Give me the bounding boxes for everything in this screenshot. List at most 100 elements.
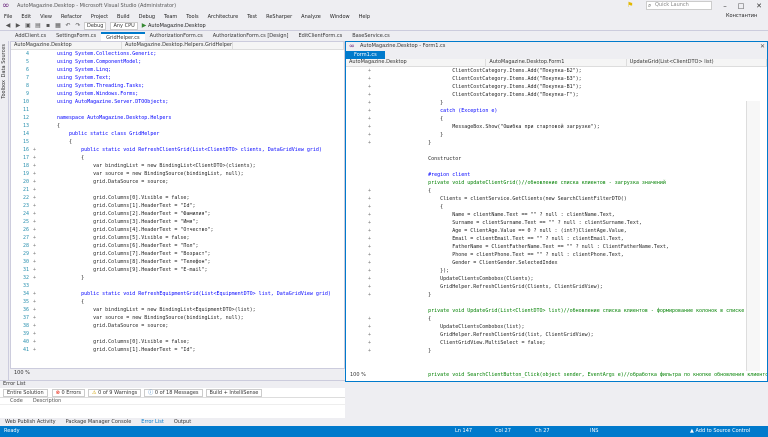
code-line[interactable]: 37 + var source = new BindingSource(bindi…: [11, 314, 344, 322]
zoom-level[interactable]: 100 %: [14, 370, 30, 376]
project-nav-select[interactable]: AutoMagazine.Desktop: [11, 42, 122, 49]
code-line[interactable]: 9 using System.Windows.Forms;: [11, 90, 344, 98]
errors-filter-button[interactable]: ⊗ 0 Errors: [51, 388, 86, 397]
open-file-icon[interactable]: ▤: [34, 22, 42, 29]
scrollbar-minimap[interactable]: [746, 101, 760, 371]
bottom-tab[interactable]: Package Manager Console: [61, 418, 137, 426]
warnings-filter-button[interactable]: ⚠ 0 of 9 Warnings: [88, 388, 142, 397]
menu-item-file[interactable]: File: [4, 14, 12, 20]
code-line[interactable]: 23 + grid.Columns[1].HeaderText = "Id";: [11, 202, 344, 210]
code-line[interactable]: 33: [11, 282, 344, 290]
code-line[interactable]: 27 + grid.Columns[5].Visible = false;: [11, 234, 344, 242]
document-tab[interactable]: GridHelper.cs: [101, 32, 145, 41]
code-line[interactable]: + ClientCostCategory.Items.Add("Покупка-…: [346, 83, 767, 91]
code-line[interactable]: + MessageBox.Show("Ошибка при стартовой …: [346, 123, 767, 131]
column-description[interactable]: Description: [33, 398, 61, 404]
bottom-tab[interactable]: Error List: [136, 418, 169, 426]
document-tab[interactable]: SettingsForm.cs: [51, 32, 101, 41]
code-line[interactable]: [346, 163, 767, 171]
code-line[interactable]: + {: [346, 115, 767, 123]
zoom-level[interactable]: 100 %: [350, 372, 366, 378]
code-line[interactable]: + }: [346, 131, 767, 139]
floating-editor-window[interactable]: ∞ AutoMagazine.Desktop - Form1.cs ✕ Form…: [345, 41, 768, 382]
code-line[interactable]: 17 + {: [11, 154, 344, 162]
undo-icon[interactable]: ↶: [64, 22, 72, 29]
code-line[interactable]: 5 using System.ComponentModel;: [11, 58, 344, 66]
project-nav-select[interactable]: AutoMagazine.Desktop: [346, 59, 487, 66]
code-line[interactable]: 22 + grid.Columns[0].Visible = false;: [11, 194, 344, 202]
code-line[interactable]: + }: [346, 291, 767, 299]
code-line[interactable]: 19 + var source = new BindingSource(bindi…: [11, 170, 344, 178]
configuration-select[interactable]: Debug: [84, 21, 107, 30]
add-to-source-control-button[interactable]: ▲ Add to Source Control: [690, 426, 750, 437]
document-tab[interactable]: BaseService.cs: [347, 32, 395, 41]
menu-item-view[interactable]: View: [40, 14, 52, 20]
code-line[interactable]: 40 + grid.Columns[0].Visible = false;: [11, 338, 344, 346]
tab-form1[interactable]: Form1.cs: [346, 51, 385, 59]
menu-item-project[interactable]: Project: [91, 14, 108, 20]
code-line[interactable]: + }: [346, 99, 767, 107]
code-line[interactable]: 18 + var bindingList = new BindingList<Cl…: [11, 162, 344, 170]
code-line[interactable]: + ClientGridView.MultiSelect = false;: [346, 339, 767, 347]
code-line[interactable]: + Gender = ClientGender.SelectedIndex: [346, 259, 767, 267]
code-line[interactable]: private void updateClientGrid()//обновле…: [346, 179, 767, 187]
member-nav-select[interactable]: UpdateGrid(List<ClientDTO> list): [627, 59, 767, 66]
maximize-button[interactable]: □: [734, 0, 748, 12]
code-line[interactable]: 25 + grid.Columns[3].HeaderText = "Имя";: [11, 218, 344, 226]
scope-select[interactable]: Entire Solution: [3, 388, 48, 397]
back-icon[interactable]: ◀: [4, 22, 12, 29]
code-line[interactable]: 13 {: [11, 122, 344, 130]
code-line[interactable]: [346, 147, 767, 155]
document-tab[interactable]: AuthorizationForm.cs: [145, 32, 208, 41]
code-line[interactable]: 15 {: [11, 138, 344, 146]
quick-launch-input[interactable]: ⌕ Quick Launch: [646, 1, 712, 10]
code-line[interactable]: + {: [346, 187, 767, 195]
notification-flag-icon[interactable]: ⚑: [627, 1, 633, 9]
menu-item-build[interactable]: Build: [117, 14, 130, 20]
code-line[interactable]: private void SearchClientButton_Click(ob…: [346, 371, 767, 379]
menu-item-debug[interactable]: Debug: [139, 14, 155, 20]
document-tab[interactable]: AuthorizationForm.cs [Design]: [208, 32, 294, 41]
code-line[interactable]: + {: [346, 203, 767, 211]
code-line[interactable]: + }: [346, 139, 767, 147]
code-line[interactable]: 10 using AutoMagazine.Server.DTOObjects;: [11, 98, 344, 106]
menu-item-edit[interactable]: Edit: [21, 14, 31, 20]
toolbox-tab[interactable]: Toolbox: [1, 80, 7, 99]
code-line[interactable]: + GridHelper.RefreshClientGrid(list, Cli…: [346, 331, 767, 339]
start-button[interactable]: ▶ AutoMagazine.Desktop: [142, 22, 206, 29]
code-line[interactable]: + ClientCostCategory.Items.Add("Покупка-…: [346, 75, 767, 83]
save-icon[interactable]: ▪: [44, 22, 52, 29]
bottom-tab[interactable]: Output: [169, 418, 196, 426]
code-line[interactable]: + Name = clientName.Text == "" ? null : …: [346, 211, 767, 219]
code-line[interactable]: + Clients = clientService.GetClients(new…: [346, 195, 767, 203]
menu-item-architecture[interactable]: Architecture: [208, 14, 239, 20]
code-line[interactable]: [346, 299, 767, 307]
redo-icon[interactable]: ↷: [74, 22, 82, 29]
code-line[interactable]: 14 public static class GridHelper: [11, 130, 344, 138]
platform-select[interactable]: Any CPU: [110, 21, 138, 30]
close-button[interactable]: ✕: [752, 0, 766, 12]
column-code[interactable]: Code: [10, 398, 23, 404]
menu-item-tools[interactable]: Tools: [186, 14, 198, 20]
code-line[interactable]: + Age = ClientAge.Value == 0 ? null : (i…: [346, 227, 767, 235]
code-line[interactable]: 36 + var bindingList = new BindingList<Eq…: [11, 306, 344, 314]
minimize-button[interactable]: –: [718, 0, 732, 12]
menu-item-refactor[interactable]: Refactor: [61, 14, 82, 20]
build-filter-select[interactable]: Build + IntelliSense: [205, 388, 263, 397]
forward-icon[interactable]: ▶: [14, 22, 22, 29]
close-icon[interactable]: ✕: [760, 42, 765, 51]
menu-item-analyze[interactable]: Analyze: [301, 14, 321, 20]
code-line[interactable]: 39 +: [11, 330, 344, 338]
menu-item-resharper[interactable]: ReSharper: [266, 14, 292, 20]
code-line[interactable]: + ClientCostCategory.Items.Add("Покупка-…: [346, 91, 767, 99]
code-line[interactable]: 26 + grid.Columns[4].HeaderText = "Отчест…: [11, 226, 344, 234]
user-name[interactable]: Константин: [726, 13, 757, 19]
code-line[interactable]: + ClientCostCategory.Items.Add("Покупка-…: [346, 67, 767, 75]
code-line[interactable]: + GridHelper.RefreshClientGrid(Clients, …: [346, 283, 767, 291]
document-tab[interactable]: EditClientForm.cs: [293, 32, 347, 41]
document-tab[interactable]: AddClient.cs: [10, 32, 51, 41]
member-nav-select[interactable]: [233, 42, 344, 49]
code-line[interactable]: + catch (Exception e): [346, 107, 767, 115]
code-line[interactable]: [346, 355, 767, 363]
code-line[interactable]: 28 + grid.Columns[6].HeaderText = "Пол";: [11, 242, 344, 250]
